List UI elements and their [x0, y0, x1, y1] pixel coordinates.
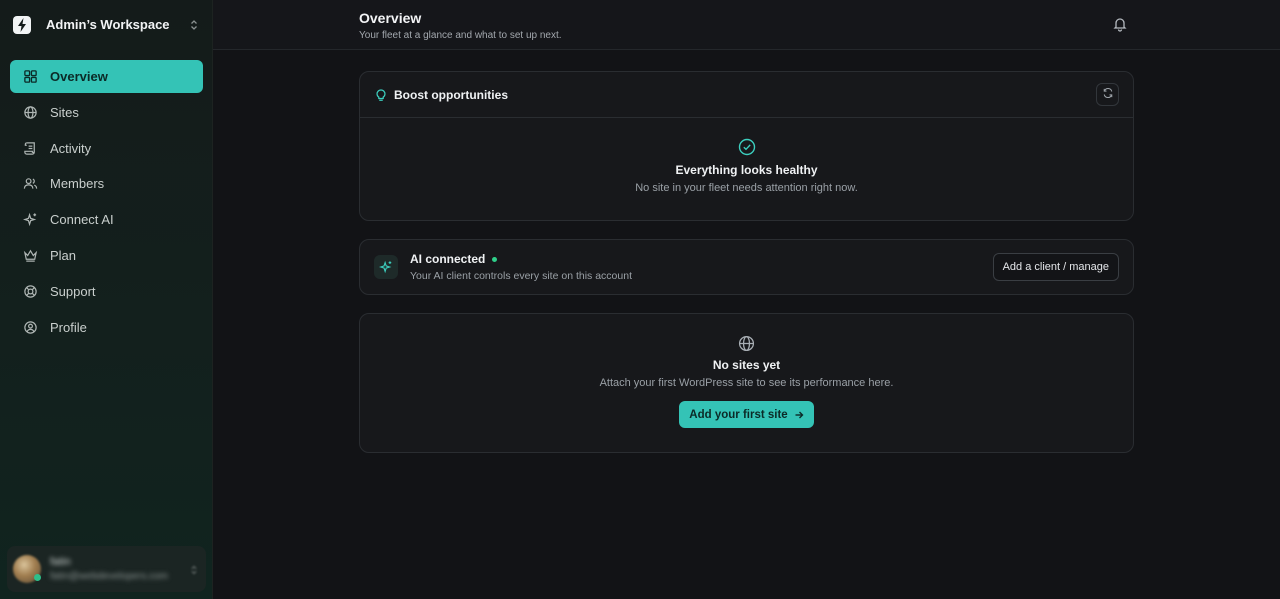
healthy-title: Everything looks healthy [675, 163, 818, 177]
chevron-updown-icon [188, 563, 200, 575]
grid-icon [22, 69, 38, 85]
no-sites-subtitle: Attach your first WordPress site to see … [599, 377, 894, 389]
sidebar-item-members[interactable]: Members [10, 167, 203, 200]
online-status-dot [34, 574, 41, 581]
check-circle-icon [738, 138, 756, 156]
healthy-subtitle: No site in your fleet needs attention ri… [635, 182, 858, 194]
users-icon [22, 176, 38, 192]
user-email: fatin@webdevelopers.com [50, 571, 168, 582]
connected-status-dot [492, 256, 498, 262]
no-sites-title: No sites yet [712, 358, 781, 372]
sidebar-item-sites[interactable]: Sites [10, 96, 203, 129]
boost-title: Boost opportunities [394, 87, 508, 102]
sidebar-item-label: Members [50, 176, 105, 192]
sidebar-nav: Overview Sites Activity Members Connect … [10, 60, 203, 346]
workspace-switcher[interactable]: Admin’s Workspace [0, 0, 213, 49]
top-bar: Overview Your fleet at a glance and what… [213, 0, 1280, 50]
sidebar-item-label: Sites [50, 104, 79, 120]
ai-title: AI connected [410, 252, 993, 266]
sidebar-item-profile[interactable]: Profile [10, 311, 203, 344]
boost-card-header: Boost opportunities [360, 72, 1133, 118]
add-first-site-label: Add your first site [689, 408, 788, 421]
chevron-updown-icon [187, 18, 201, 32]
ai-connected-card: AI connected Your AI client controls eve… [359, 239, 1134, 295]
user-circle-icon [22, 319, 38, 335]
workspace-name: Admin’s Workspace [46, 17, 170, 32]
refresh-button[interactable] [1096, 83, 1119, 106]
lifebuoy-icon [22, 283, 38, 299]
sidebar-item-plan[interactable]: Plan [10, 239, 203, 272]
sidebar-item-label: Plan [50, 247, 77, 263]
user-name: fatin [50, 556, 71, 568]
lightbulb-icon [374, 88, 388, 102]
no-sites-card: No sites yet Attach your first WordPress… [359, 313, 1134, 453]
sidebar-item-connect-ai[interactable]: Connect AI [10, 203, 203, 236]
boost-opportunities-card: Boost opportunities Everything looks hea… [359, 71, 1134, 221]
sidebar-item-label: Connect AI [50, 212, 114, 228]
sparkles-icon [22, 212, 38, 228]
ai-subtitle: Your AI client controls every site on th… [410, 270, 632, 282]
user-info: fatin fatin@webdevelopers.com [50, 556, 188, 582]
bell-icon[interactable] [1112, 16, 1128, 32]
lightning-logo-icon [12, 15, 32, 35]
empty-sites-state: No sites yet Attach your first WordPress… [360, 335, 1133, 428]
ai-title-label: AI connected [410, 252, 486, 266]
sidebar: Admin’s Workspace Overview Sites Activit… [0, 0, 213, 599]
add-client-manage-button[interactable]: Add a client / manage [992, 253, 1119, 281]
globe-icon [738, 335, 755, 352]
sidebar-item-support[interactable]: Support [10, 275, 203, 308]
sidebar-item-label: Support [50, 283, 96, 299]
sidebar-item-label: Profile [50, 319, 87, 335]
refresh-icon [1102, 86, 1114, 104]
sidebar-item-label: Activity [50, 140, 92, 156]
sidebar-item-activity[interactable]: Activity [10, 132, 203, 165]
sparkles-icon [374, 255, 398, 279]
crown-icon [22, 247, 38, 263]
globe-icon [22, 104, 38, 120]
page-title: Overview [359, 10, 422, 26]
user-menu[interactable]: fatin fatin@webdevelopers.com [7, 546, 206, 592]
healthy-state: Everything looks healthy No site in your… [360, 138, 1133, 194]
arrow-right-icon [794, 410, 804, 420]
scroll-icon [22, 140, 38, 156]
page-subtitle: Your fleet at a glance and what to set u… [359, 30, 562, 41]
add-first-site-button[interactable]: Add your first site [679, 401, 814, 428]
sidebar-item-label: Overview [50, 69, 108, 84]
sidebar-item-overview[interactable]: Overview [10, 60, 203, 93]
ai-status-text: AI connected Your AI client controls eve… [410, 252, 993, 282]
